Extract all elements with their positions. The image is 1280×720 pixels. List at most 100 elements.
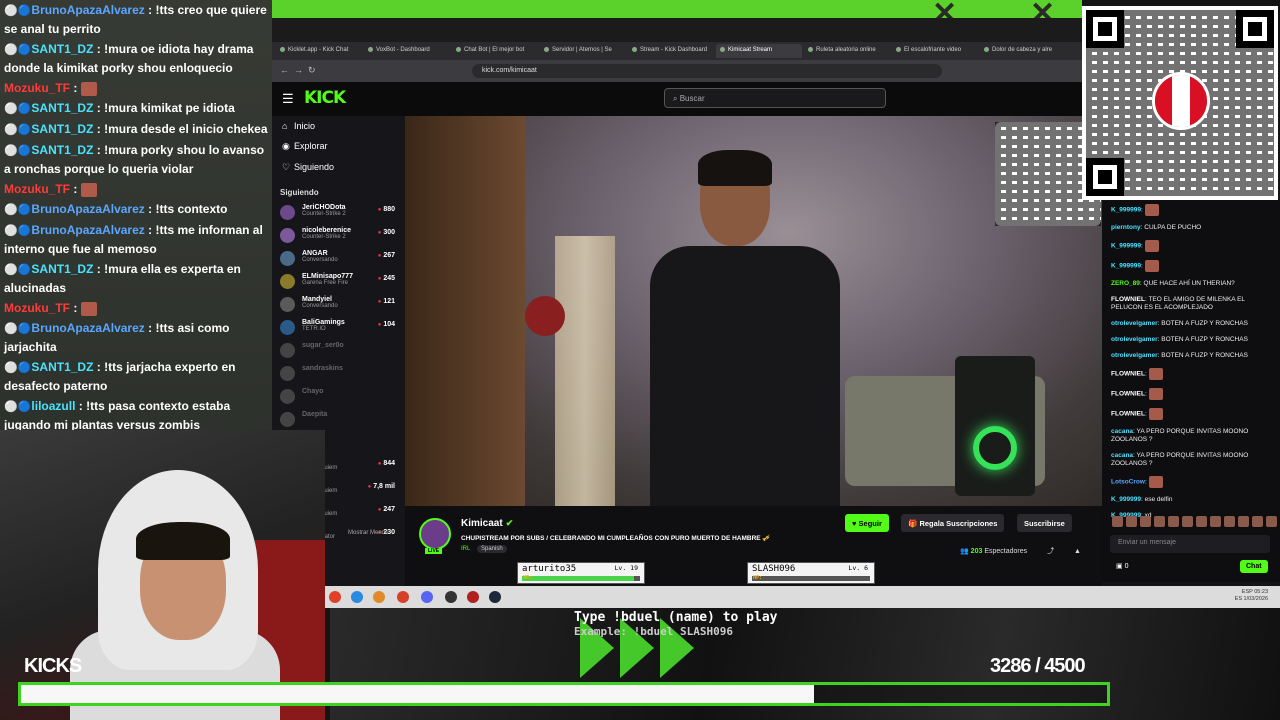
streamer-avatar[interactable] bbox=[419, 518, 451, 550]
sidebar-item-siguiendo[interactable]: ♡ Siguiendo bbox=[272, 157, 405, 178]
share-icon[interactable]: ⤴ bbox=[1047, 548, 1054, 555]
followed-channel[interactable]: Chayo bbox=[272, 385, 405, 408]
forward-icon[interactable]: → bbox=[294, 65, 303, 75]
brave-icon[interactable] bbox=[397, 591, 409, 603]
browser-tab[interactable]: VoxBot - Dashboard bbox=[364, 44, 450, 58]
browser-tab[interactable]: Kicklet.app - Kick Chat bbox=[276, 44, 362, 58]
followed-channel[interactable]: BaliGamingsTETR.IO104 bbox=[272, 316, 405, 339]
followed-channel[interactable]: ELMinisapo777Garena Free Fire245 bbox=[272, 270, 405, 293]
chat-username[interactable]: SANT1_DZ bbox=[31, 42, 93, 56]
chat-username[interactable]: liloazull bbox=[31, 399, 75, 413]
stream-screen: ✕ ✕ Kicklet.app - Kick Chat VoxBot - Dash… bbox=[0, 0, 1280, 720]
followed-channel[interactable]: nicolebereniceCounter-Strike 2300 bbox=[272, 224, 405, 247]
browser-tab[interactable]: Ruleta aleatoria online bbox=[804, 44, 890, 58]
chat-username[interactable]: BrunoApazaAlvarez bbox=[31, 202, 144, 216]
edge-icon[interactable] bbox=[351, 591, 363, 603]
followed-channel[interactable]: MandyielConversando121 bbox=[272, 293, 405, 316]
live-badge: LIVE bbox=[425, 548, 443, 554]
video-player[interactable] bbox=[405, 116, 1102, 506]
search-placeholder: Buscar bbox=[679, 94, 705, 103]
app-icon[interactable] bbox=[467, 591, 479, 603]
favicon-icon bbox=[368, 47, 373, 52]
search-input[interactable]: ⌕ Buscar bbox=[664, 88, 886, 108]
gift-icon: 🎁 bbox=[908, 519, 920, 528]
chat-username[interactable]: Mozuku_TF bbox=[4, 301, 70, 315]
menu-icon[interactable]: ☰ bbox=[282, 91, 294, 107]
avatar bbox=[280, 205, 295, 220]
gift-subs-button[interactable]: 🎁 Regala Suscripciones bbox=[901, 514, 1005, 532]
chat-text: ese delfin bbox=[1144, 496, 1173, 503]
badge-icon: ⚪🔵 bbox=[4, 145, 32, 157]
obs-icon[interactable] bbox=[445, 591, 457, 603]
avatar bbox=[280, 412, 295, 427]
browser-window: Kicklet.app - Kick Chat VoxBot - Dashboar… bbox=[272, 42, 1102, 607]
stream-language-tag[interactable]: Spanish bbox=[477, 545, 507, 553]
chat-username[interactable]: K_999999 bbox=[1111, 207, 1141, 214]
browser-tab[interactable]: Kimicaat Stream bbox=[716, 44, 802, 58]
show-less-link[interactable]: Mostrar Menos bbox=[348, 530, 388, 536]
chat-username[interactable]: SANT1_DZ bbox=[31, 143, 93, 157]
chat-username[interactable]: K_999999 bbox=[1111, 243, 1141, 250]
chat-username[interactable]: pierntony bbox=[1111, 224, 1141, 231]
kicks-goal-label: KICKS bbox=[24, 655, 82, 677]
warning-icon[interactable]: ▲ bbox=[1074, 548, 1081, 555]
channel-points[interactable]: ▣ 0 bbox=[1116, 562, 1128, 570]
kick-logo[interactable]: KICK bbox=[304, 88, 346, 108]
emote-icon bbox=[1144, 260, 1159, 272]
streamer-name[interactable]: Kimicaat ✔ bbox=[461, 518, 513, 529]
discord-icon[interactable] bbox=[421, 591, 433, 603]
sidebar-item-explorar[interactable]: ◉ Explorar bbox=[272, 136, 405, 157]
chat-username[interactable]: SANT1_DZ bbox=[31, 360, 93, 374]
browser-tab[interactable]: El escalofriante video bbox=[892, 44, 978, 58]
chat-username[interactable]: cacana bbox=[1111, 428, 1133, 435]
chat-username[interactable]: LotsoCrow bbox=[1111, 479, 1145, 486]
chat-username[interactable]: K_999999 bbox=[1111, 496, 1141, 503]
chat-username[interactable]: otrolevelgamer bbox=[1111, 352, 1158, 359]
stream-category[interactable]: IRL bbox=[461, 546, 470, 552]
url-field[interactable]: kick.com/kimicaat bbox=[472, 64, 942, 78]
sidebar-item-inicio[interactable]: ⌂ Inicio bbox=[272, 116, 405, 136]
chat-text: CULPA DE PUCHO bbox=[1144, 224, 1202, 231]
chat-username[interactable]: Mozuku_TF bbox=[4, 182, 70, 196]
chat-username[interactable]: FLOWNIEL bbox=[1111, 296, 1145, 303]
badge-icon: ⚪🔵 bbox=[4, 401, 32, 413]
system-clock[interactable]: ESP 05:23 ES 1/03/2026 bbox=[1235, 589, 1268, 603]
subscribe-button[interactable]: Suscribirse bbox=[1017, 514, 1072, 532]
browser-tab[interactable]: Chat Bot | El mejor bot bbox=[452, 44, 538, 58]
chat-input[interactable]: Enviar un mensaje bbox=[1110, 535, 1270, 553]
emote-bar[interactable] bbox=[1112, 516, 1277, 530]
followed-channel[interactable]: ANGARConversando267 bbox=[272, 247, 405, 270]
chat-username[interactable]: FLOWNIEL bbox=[1111, 411, 1145, 418]
chat-username[interactable]: otrolevelgamer bbox=[1111, 336, 1158, 343]
browser-tab[interactable]: Dolor de cabeza y alre bbox=[980, 44, 1066, 58]
chat-username[interactable]: cacana bbox=[1111, 452, 1133, 459]
chat-username[interactable]: ZERO_89 bbox=[1111, 280, 1140, 287]
top-green-banner: ✕ ✕ bbox=[272, 0, 1082, 30]
firefox-icon[interactable] bbox=[373, 591, 385, 603]
chat-username[interactable]: FLOWNIEL bbox=[1111, 391, 1145, 398]
followed-channel[interactable]: sandraskins bbox=[272, 362, 405, 385]
chrome-icon[interactable] bbox=[329, 591, 341, 603]
chat-username[interactable]: K_999999 bbox=[1111, 263, 1141, 270]
chat-username[interactable]: BrunoApazaAlvarez bbox=[31, 223, 144, 237]
followed-channel[interactable]: Daepita bbox=[272, 408, 405, 431]
chat-message: Mozuku_TF : bbox=[0, 78, 272, 98]
chat-username[interactable]: Mozuku_TF bbox=[4, 81, 70, 95]
chat-username[interactable]: SANT1_DZ bbox=[31, 122, 93, 136]
browser-tab[interactable]: Stream - Kick Dashboard bbox=[628, 44, 714, 58]
steam-icon[interactable] bbox=[489, 591, 501, 603]
browser-tab[interactable]: Servidor | Aternos | Se bbox=[540, 44, 626, 58]
chat-username[interactable]: otrolevelgamer bbox=[1111, 320, 1158, 327]
chat-username[interactable]: SANT1_DZ bbox=[31, 262, 93, 276]
reload-icon[interactable]: ↻ bbox=[308, 65, 316, 76]
chat-username[interactable]: SANT1_DZ bbox=[31, 101, 93, 115]
chat-username[interactable]: BrunoApazaAlvarez bbox=[31, 321, 144, 335]
back-icon[interactable]: ← bbox=[280, 65, 289, 75]
chat-send-button[interactable]: Chat bbox=[1240, 560, 1268, 573]
chat-username[interactable]: BrunoApazaAlvarez bbox=[31, 3, 144, 17]
follow-button[interactable]: ♥ Seguir bbox=[845, 514, 889, 532]
chat-message: LotsoCrow: bbox=[1102, 472, 1280, 492]
chat-username[interactable]: FLOWNIEL bbox=[1111, 371, 1145, 378]
followed-channel[interactable]: sugar_ser0o bbox=[272, 339, 405, 362]
followed-channel[interactable]: JeriCHODotaCounter-Strike 2880 bbox=[272, 201, 405, 224]
